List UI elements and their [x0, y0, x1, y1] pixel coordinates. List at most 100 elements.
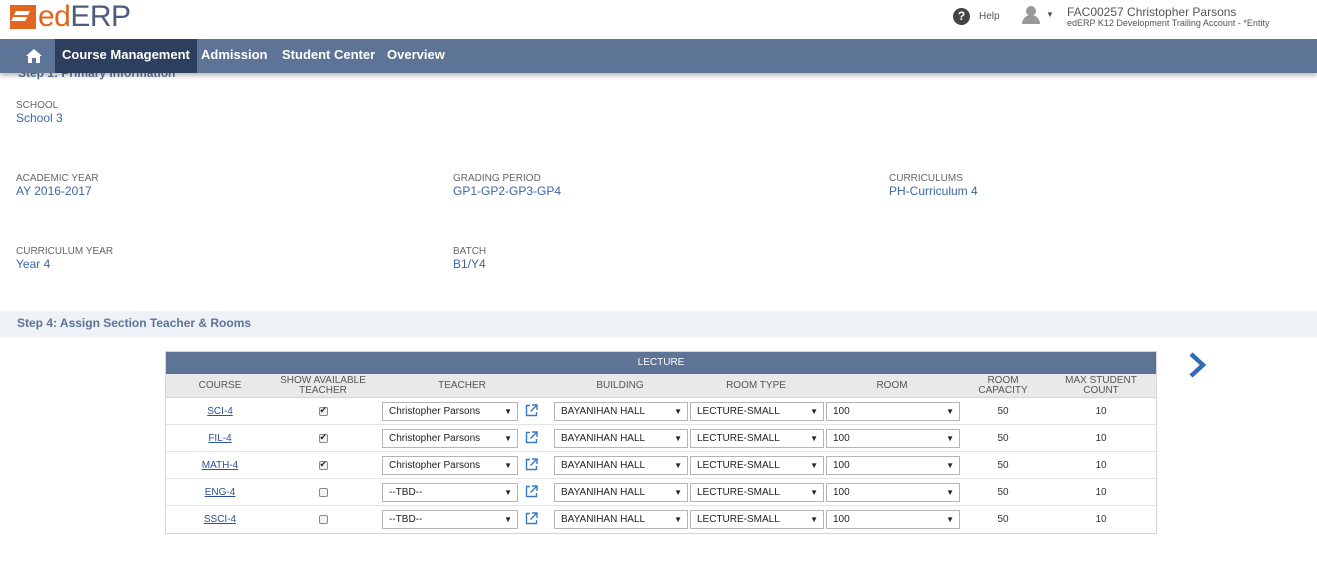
dropdown-arrow-icon: ▼ [946, 515, 954, 524]
dropdown-arrow-icon: ▼ [810, 461, 818, 470]
teacher-select-value: Christopher Parsons [389, 460, 481, 471]
col-max-student-count: MAX STUDENT COUNT [1065, 375, 1137, 396]
nav-admission[interactable]: Admission [194, 39, 274, 73]
academic-year-field: ACADEMIC YEAR AY 2016-2017 [16, 173, 99, 198]
nav-overview[interactable]: Overview [380, 39, 452, 73]
dropdown-arrow-icon: ▼ [504, 488, 512, 497]
show-available-teacher-checkbox[interactable] [318, 459, 328, 470]
teacher-select-value: Christopher Parsons [389, 406, 481, 417]
academic-year-value: AY 2016-2017 [16, 184, 92, 198]
show-available-teacher-checkbox[interactable] [318, 515, 328, 524]
course-link[interactable]: SSCI-4 [204, 514, 236, 525]
room-type-select[interactable]: LECTURE-SMALL ▼ [690, 402, 824, 421]
building-select[interactable]: BAYANIHAN HALL ▼ [554, 510, 688, 529]
external-link-icon[interactable] [525, 485, 538, 498]
dropdown-arrow-icon: ▼ [504, 407, 512, 416]
course-link[interactable]: FIL-4 [208, 433, 231, 444]
home-button[interactable] [14, 39, 54, 73]
col-room-type: ROOM TYPE [726, 380, 786, 391]
table-row: SSCI-4 --TBD-- ▼ BAYANIHAN HALL ▼ LECTURE-SMA… [166, 506, 1156, 533]
user-icon[interactable] [1020, 6, 1042, 24]
room-type-select-value: LECTURE-SMALL [697, 433, 780, 444]
room-capacity-value: 50 [997, 487, 1009, 498]
room-type-select-value: LECTURE-SMALL [697, 487, 780, 498]
section-assignment-table: LECTURE COURSE SHOW AVAILABLE TEACHER TE… [165, 351, 1157, 534]
course-link[interactable]: MATH-4 [202, 460, 238, 471]
dropdown-arrow-icon: ▼ [504, 434, 512, 443]
room-type-select-value: LECTURE-SMALL [697, 406, 780, 417]
batch-label: BATCH [453, 246, 487, 257]
dropdown-arrow-icon: ▼ [504, 461, 512, 470]
col-building: BUILDING [596, 380, 644, 391]
building-select[interactable]: BAYANIHAN HALL ▼ [554, 483, 688, 502]
app-logo[interactable]: edERP [10, 0, 131, 34]
grading-period-label: GRADING PERIOD [453, 173, 541, 184]
external-link-icon[interactable] [525, 512, 538, 525]
teacher-select[interactable]: --TBD-- ▼ [382, 483, 518, 502]
nav-course-management[interactable]: Course Management [55, 39, 197, 73]
teacher-select[interactable]: Christopher Parsons ▼ [382, 456, 518, 475]
table-header-row: COURSE SHOW AVAILABLE TEACHER TEACHER BU… [166, 374, 1156, 398]
external-link-icon[interactable] [525, 404, 538, 417]
course-link[interactable]: ENG-4 [205, 487, 236, 498]
room-select[interactable]: 100 ▼ [826, 429, 960, 448]
show-available-teacher-checkbox[interactable] [318, 405, 328, 416]
room-select-value: 100 [833, 433, 850, 444]
max-student-count-value: 10 [1095, 406, 1107, 417]
show-available-teacher-checkbox[interactable] [318, 488, 328, 497]
building-select-value: BAYANIHAN HALL [561, 487, 646, 498]
teacher-select[interactable]: Christopher Parsons ▼ [382, 429, 518, 448]
lecture-group-header: LECTURE [166, 352, 1156, 374]
col-room: ROOM [876, 380, 908, 391]
room-capacity-value: 50 [997, 514, 1009, 525]
room-select[interactable]: 100 ▼ [826, 510, 960, 529]
dropdown-arrow-icon: ▼ [810, 515, 818, 524]
room-select-value: 100 [833, 460, 850, 471]
home-icon [26, 49, 42, 63]
room-type-select[interactable]: LECTURE-SMALL ▼ [690, 429, 824, 448]
step4-header: Step 4: Assign Section Teacher & Rooms [0, 311, 1317, 337]
building-select-value: BAYANIHAN HALL [561, 460, 646, 471]
building-select-value: BAYANIHAN HALL [561, 433, 646, 444]
dropdown-arrow-icon: ▼ [674, 434, 682, 443]
room-type-select[interactable]: LECTURE-SMALL ▼ [690, 483, 824, 502]
col-course: COURSE [198, 380, 242, 391]
building-select[interactable]: BAYANIHAN HALL ▼ [554, 402, 688, 421]
user-name: FAC00257 Christopher Parsons [1067, 5, 1237, 19]
building-select[interactable]: BAYANIHAN HALL ▼ [554, 429, 688, 448]
dropdown-arrow-icon: ▼ [674, 461, 682, 470]
teacher-select[interactable]: Christopher Parsons ▼ [382, 402, 518, 421]
room-select[interactable]: 100 ▼ [826, 483, 960, 502]
dropdown-arrow-icon: ▼ [674, 515, 682, 524]
teacher-select-value: --TBD-- [389, 487, 423, 498]
nav-student-center[interactable]: Student Center [275, 39, 382, 73]
curriculums-value: PH-Curriculum 4 [889, 184, 978, 198]
external-link-icon[interactable] [525, 458, 538, 471]
table-row: FIL-4 Christopher Parsons ▼ BAYANIHAN HALL ▼… [166, 425, 1156, 452]
top-header: edERP ? Help ▼ FAC00257 Christopher Pars… [0, 0, 1317, 39]
max-student-count-value: 10 [1095, 514, 1107, 525]
room-capacity-value: 50 [997, 460, 1009, 471]
room-select[interactable]: 100 ▼ [826, 456, 960, 475]
batch-value: B1/Y4 [453, 257, 486, 271]
user-menu-caret-icon[interactable]: ▼ [1046, 10, 1054, 19]
dropdown-arrow-icon: ▼ [810, 488, 818, 497]
next-step-chevron-right-icon[interactable] [1188, 352, 1206, 378]
dropdown-arrow-icon: ▼ [946, 461, 954, 470]
table-row: SCI-4 Christopher Parsons ▼ BAYANIHAN HALL ▼… [166, 398, 1156, 425]
room-type-select[interactable]: LECTURE-SMALL ▼ [690, 456, 824, 475]
course-link[interactable]: SCI-4 [207, 406, 233, 417]
logo-ed: ed [38, 0, 71, 33]
room-type-select-value: LECTURE-SMALL [697, 514, 780, 525]
room-select[interactable]: 100 ▼ [826, 402, 960, 421]
dropdown-arrow-icon: ▼ [504, 515, 512, 524]
room-select-value: 100 [833, 406, 850, 417]
room-type-select[interactable]: LECTURE-SMALL ▼ [690, 510, 824, 529]
help-link[interactable]: ? Help [953, 8, 1000, 25]
show-available-teacher-checkbox[interactable] [318, 432, 328, 443]
building-select[interactable]: BAYANIHAN HALL ▼ [554, 456, 688, 475]
teacher-select[interactable]: --TBD-- ▼ [382, 510, 518, 529]
external-link-icon[interactable] [525, 431, 538, 444]
user-account: edERP K12 Development Trailing Account -… [1067, 18, 1270, 28]
academic-year-label: ACADEMIC YEAR [16, 173, 99, 184]
